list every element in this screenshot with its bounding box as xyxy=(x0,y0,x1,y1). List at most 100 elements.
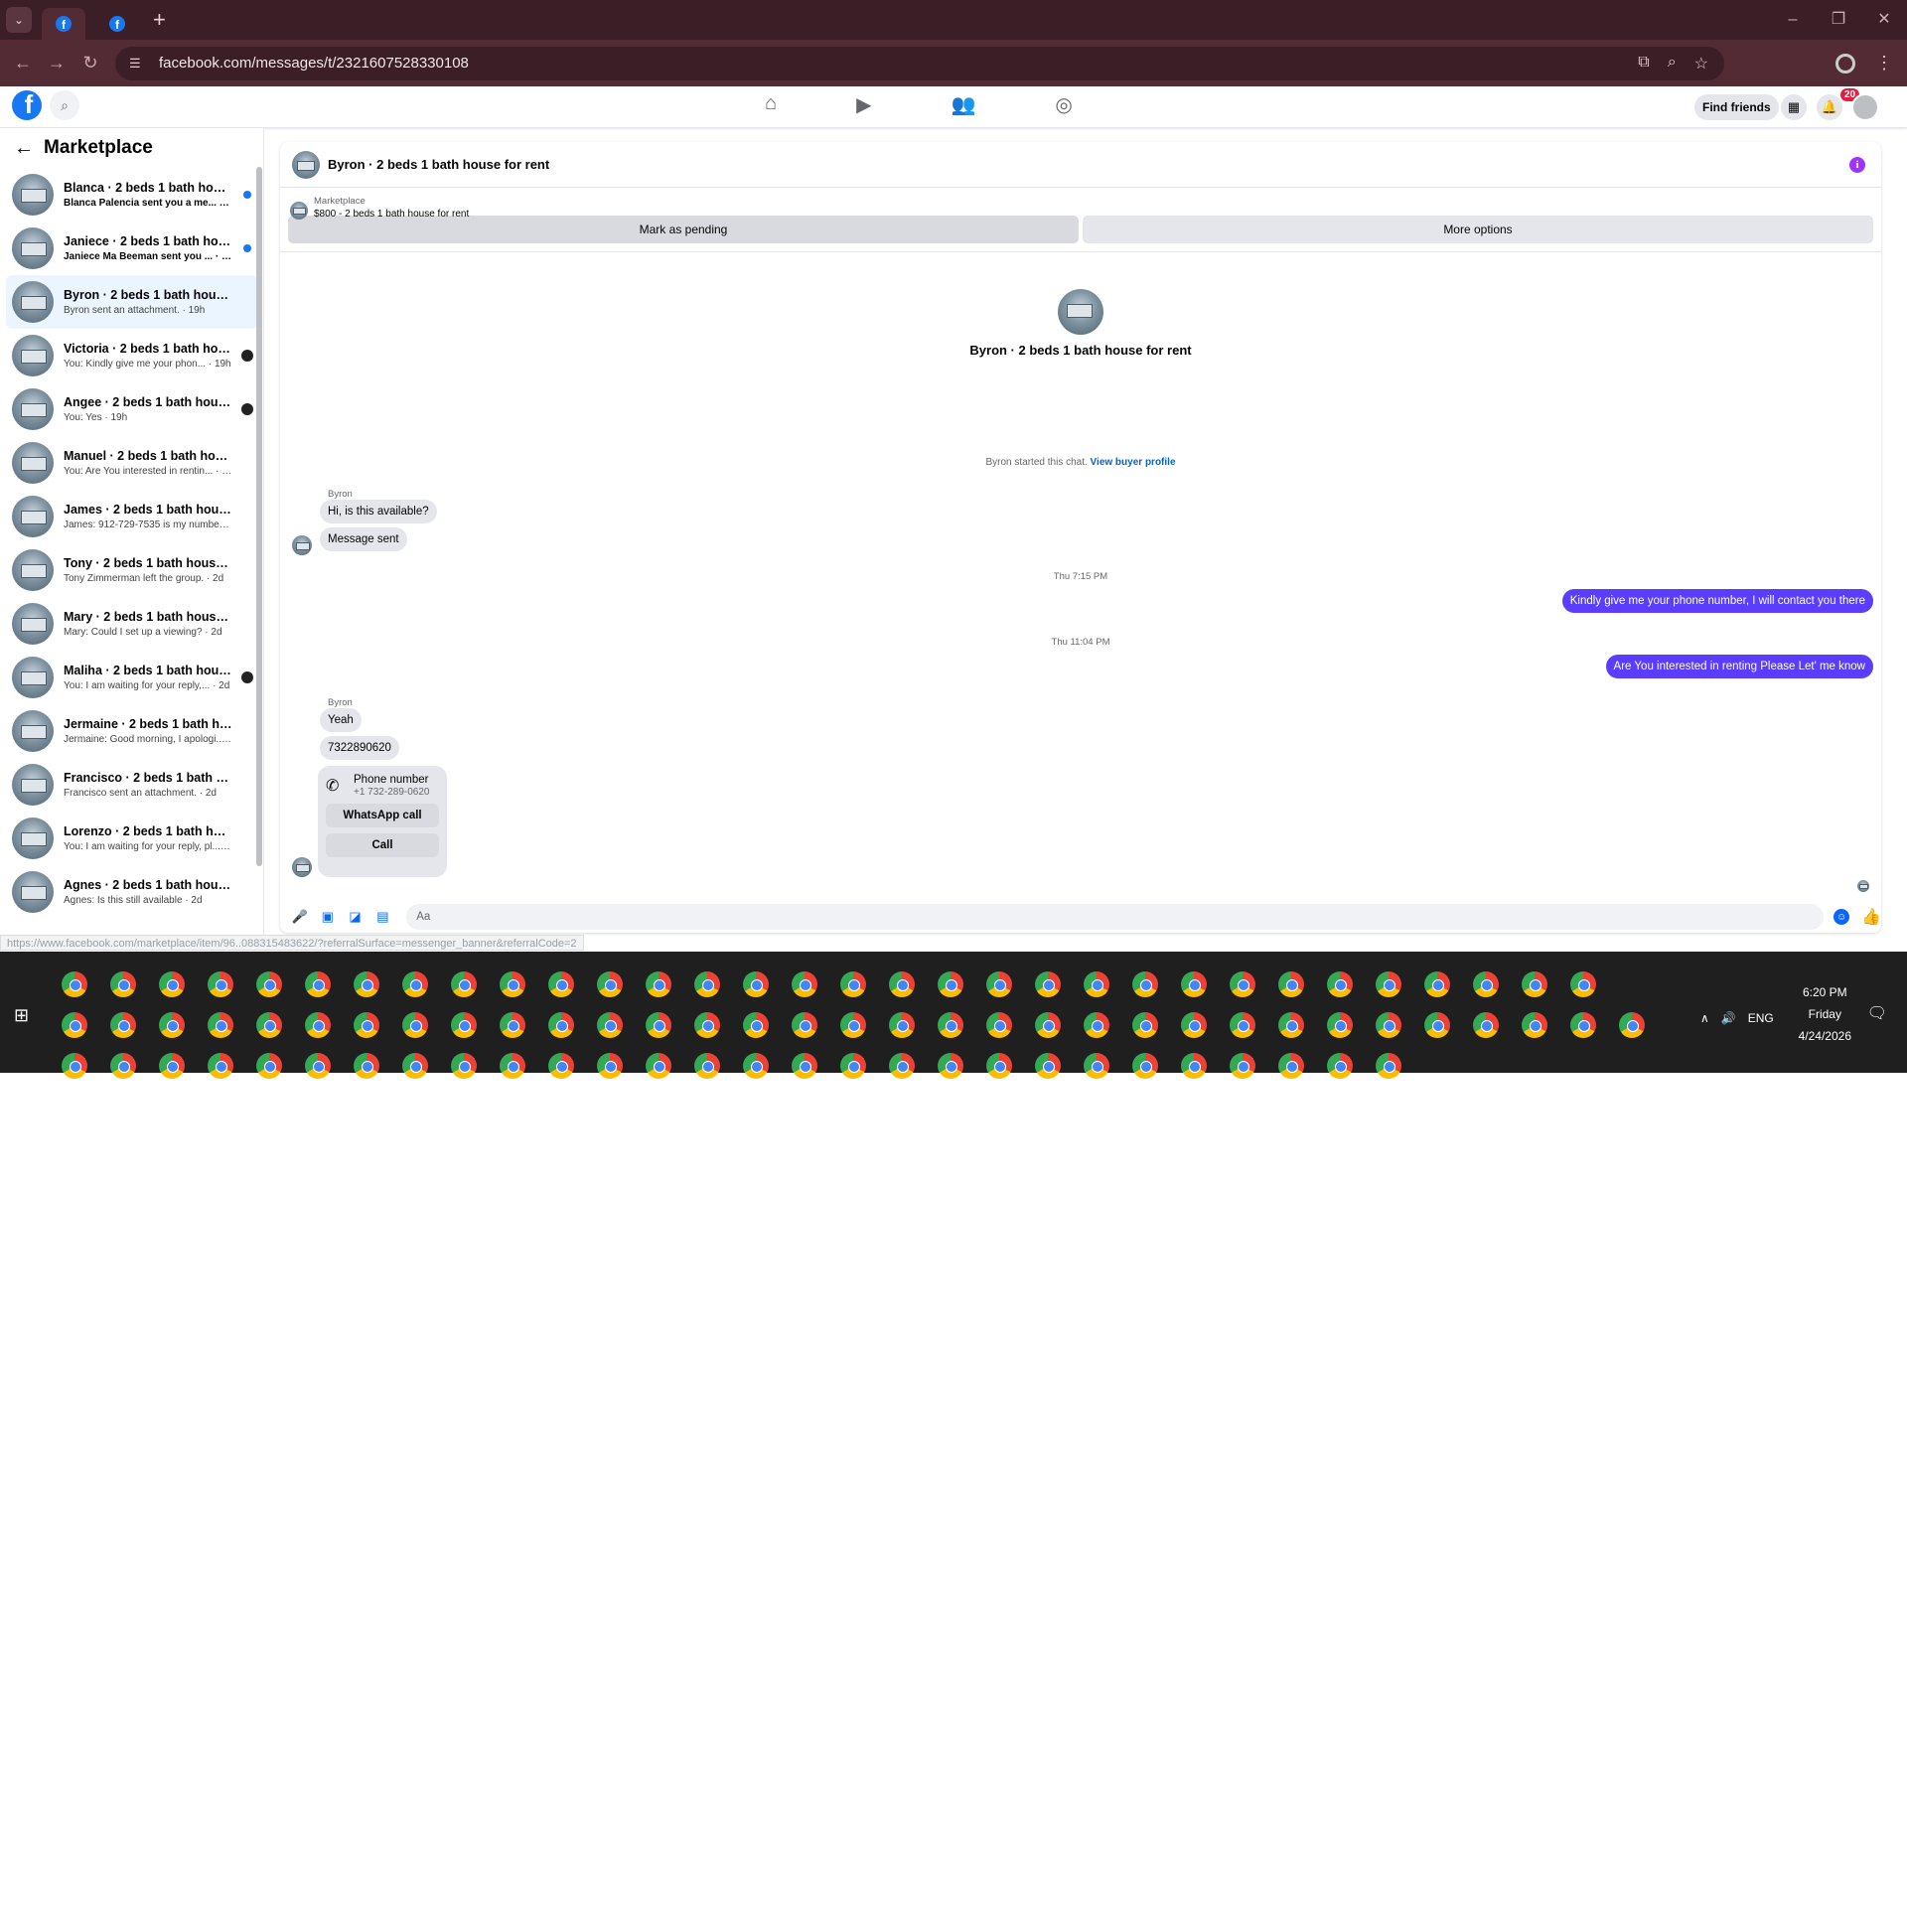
chrome-app-icon[interactable] xyxy=(159,1012,185,1038)
chrome-app-icon[interactable] xyxy=(597,971,623,997)
chrome-app-icon[interactable] xyxy=(500,971,525,997)
forward-arrow-icon[interactable]: → xyxy=(40,53,73,74)
account-avatar[interactable] xyxy=(1851,93,1879,121)
taskbar-clock[interactable]: 6:20 PM Friday 4/24/2026 xyxy=(1799,981,1851,1047)
chrome-app-icon[interactable] xyxy=(1570,1012,1596,1038)
chrome-app-icon[interactable] xyxy=(402,971,428,997)
groups-icon[interactable]: ◎ xyxy=(1055,92,1072,117)
photo-icon[interactable]: ▣ xyxy=(318,909,338,925)
chrome-app-icon[interactable] xyxy=(1132,971,1158,997)
microphone-icon[interactable]: 🎤 xyxy=(290,909,310,925)
chrome-app-icon[interactable] xyxy=(889,971,915,997)
marketplace-banner[interactable]: Marketplace $800 - 2 beds 1 bath house f… xyxy=(280,188,1881,229)
chrome-app-icon[interactable] xyxy=(305,1012,331,1038)
chrome-app-icon[interactable] xyxy=(159,971,185,997)
chrome-app-icon[interactable] xyxy=(256,971,282,997)
chrome-app-icon[interactable] xyxy=(840,1053,866,1079)
chat-title[interactable]: Byron · 2 beds 1 bath house for rent xyxy=(328,157,549,172)
search-icon[interactable]: ⌕ xyxy=(50,90,79,120)
chrome-app-icon[interactable] xyxy=(1084,1053,1109,1079)
conversation-item[interactable]: Lorenzo · 2 beds 1 bath house f... You: I… xyxy=(6,812,257,865)
sender-avatar[interactable] xyxy=(292,535,312,555)
chrome-app-icon[interactable] xyxy=(1035,1053,1061,1079)
chrome-app-icon[interactable] xyxy=(354,1053,379,1079)
chrome-app-icon[interactable] xyxy=(110,1012,136,1038)
chrome-app-icon[interactable] xyxy=(548,1012,574,1038)
chrome-app-icon[interactable] xyxy=(1327,971,1353,997)
chrome-app-icon[interactable] xyxy=(792,1053,817,1079)
chrome-app-icon[interactable] xyxy=(597,1012,623,1038)
chrome-app-icon[interactable] xyxy=(889,1012,915,1038)
incoming-message[interactable]: Yeah xyxy=(320,708,362,732)
chrome-app-icon[interactable] xyxy=(1570,971,1596,997)
chrome-app-icon[interactable] xyxy=(743,971,769,997)
chrome-app-icon[interactable] xyxy=(208,971,233,997)
chrome-app-icon[interactable] xyxy=(646,1012,671,1038)
chrome-app-icon[interactable] xyxy=(938,971,963,997)
install-app-icon[interactable]: ⧉ xyxy=(1638,54,1649,74)
chrome-app-icon[interactable] xyxy=(1376,1053,1401,1079)
chrome-app-icon[interactable] xyxy=(256,1053,282,1079)
friends-icon[interactable]: 👥 xyxy=(951,92,975,117)
chrome-app-icon[interactable] xyxy=(62,1012,87,1038)
incoming-message[interactable]: Hi, is this available? xyxy=(320,500,437,523)
whatsapp-call-button[interactable]: WhatsApp call xyxy=(326,804,439,827)
outgoing-message[interactable]: Are You interested in renting Please Let… xyxy=(1605,655,1873,678)
gif-icon[interactable]: ▤ xyxy=(372,909,392,925)
listing-thumbnail[interactable] xyxy=(292,150,320,179)
chrome-app-icon[interactable] xyxy=(1278,1053,1304,1079)
chrome-app-icon[interactable] xyxy=(1376,1012,1401,1038)
chrome-app-icon[interactable] xyxy=(1230,1053,1255,1079)
conversation-item[interactable]: Agnes · 2 beds 1 bath house for... Agnes:… xyxy=(6,865,257,919)
chrome-app-icon[interactable] xyxy=(451,1053,477,1079)
chrome-app-icon[interactable] xyxy=(451,971,477,997)
chrome-app-icon[interactable] xyxy=(1473,1012,1499,1038)
chrome-app-icon[interactable] xyxy=(889,1053,915,1079)
back-arrow-icon[interactable]: ← xyxy=(6,53,40,74)
chrome-app-icon[interactable] xyxy=(938,1053,963,1079)
chrome-app-icon[interactable] xyxy=(110,1053,136,1079)
chrome-app-icon[interactable] xyxy=(1181,1012,1207,1038)
chrome-app-icon[interactable] xyxy=(110,971,136,997)
chrome-app-icon[interactable] xyxy=(694,1012,720,1038)
chrome-app-icon[interactable] xyxy=(1278,971,1304,997)
chrome-app-icon[interactable] xyxy=(646,971,671,997)
windows-start-icon[interactable]: ⊞ xyxy=(14,1005,29,1026)
conversation-item[interactable]: Jermaine · 2 beds 1 bath house ... Jermai… xyxy=(6,704,257,758)
sidebar-scrollbar[interactable] xyxy=(256,167,262,866)
chrome-app-icon[interactable] xyxy=(986,1053,1012,1079)
chrome-app-icon[interactable] xyxy=(792,971,817,997)
browser-tab-facebook[interactable]: f xyxy=(95,8,139,40)
zoom-icon[interactable]: ⌕ xyxy=(1668,54,1677,74)
chrome-app-icon[interactable] xyxy=(792,1012,817,1038)
conversation-item[interactable]: Maliha · 2 beds 1 bath house ... You: I a… xyxy=(6,651,257,704)
info-icon[interactable]: i xyxy=(1849,157,1865,173)
notifications-bell-icon[interactable]: 🔔 xyxy=(1817,94,1842,120)
chrome-app-icon[interactable] xyxy=(646,1053,671,1079)
video-icon[interactable]: ▶ xyxy=(856,92,871,117)
chrome-app-icon[interactable] xyxy=(840,971,866,997)
cast-icon[interactable]: ▭ xyxy=(1726,1915,1739,1932)
address-bar[interactable]: ☰ facebook.com/messages/t/23216075283301… xyxy=(115,46,1724,80)
restore-icon[interactable]: ❐ xyxy=(1816,0,1861,40)
tab-search-icon[interactable]: ⌄ xyxy=(6,7,32,33)
conversation-item[interactable]: Blanca · 2 beds 1 bath house f... Blanca … xyxy=(6,168,257,222)
chrome-app-icon[interactable] xyxy=(1084,1012,1109,1038)
url-text[interactable]: facebook.com/messages/t/2321607528330108 xyxy=(159,55,469,72)
chrome-app-icon[interactable] xyxy=(402,1012,428,1038)
chrome-app-icon[interactable] xyxy=(62,1053,87,1079)
chrome-app-icon[interactable] xyxy=(1181,971,1207,997)
chrome-app-icon[interactable] xyxy=(1473,971,1499,997)
chrome-app-icon[interactable] xyxy=(1327,1012,1353,1038)
conversation-item[interactable]: Angee · 2 beds 1 bath house ... You: Yes … xyxy=(6,382,257,436)
chrome-app-icon[interactable] xyxy=(1132,1012,1158,1038)
listing-thumbnail[interactable] xyxy=(1058,289,1103,335)
conversation-item[interactable]: Manuel · 2 beds 1 bath house f... You: Ar… xyxy=(6,436,257,490)
conversation-item[interactable]: Tony · 2 beds 1 bath house for r... Tony … xyxy=(6,543,257,597)
bookmark-star-icon[interactable]: ☆ xyxy=(1694,54,1708,74)
browser-menu-icon[interactable]: ⋮ xyxy=(1875,53,1893,74)
reload-icon[interactable]: ↻ xyxy=(73,53,107,74)
call-button[interactable]: Call xyxy=(326,833,439,857)
chrome-app-icon[interactable] xyxy=(938,1012,963,1038)
chrome-app-icon[interactable] xyxy=(743,1053,769,1079)
